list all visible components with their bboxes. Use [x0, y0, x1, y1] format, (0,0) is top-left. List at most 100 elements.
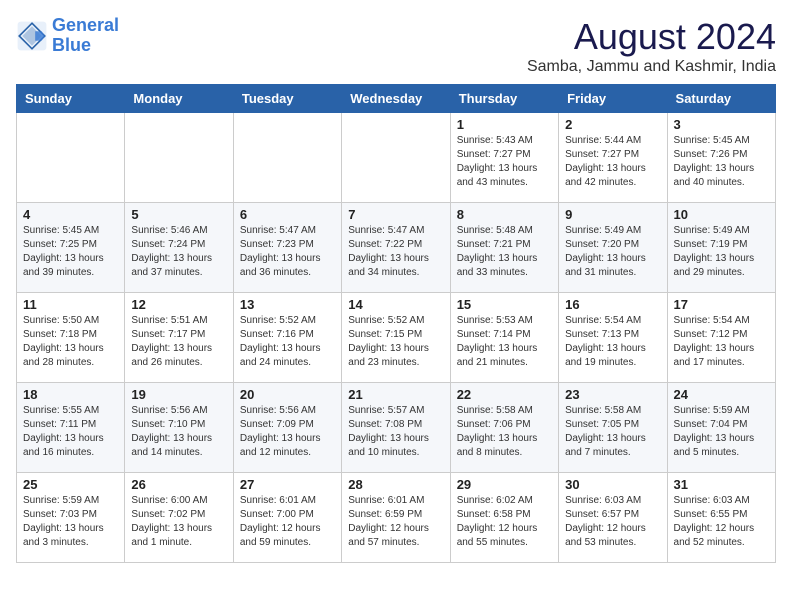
- day-number: 30: [565, 477, 660, 492]
- calendar-cell: [233, 113, 341, 203]
- day-number: 28: [348, 477, 443, 492]
- day-info: Sunrise: 5:43 AM Sunset: 7:27 PM Dayligh…: [457, 134, 552, 190]
- day-info: Sunrise: 6:02 AM Sunset: 6:58 PM Dayligh…: [457, 494, 552, 550]
- calendar-cell: 9 Sunrise: 5:49 AM Sunset: 7:20 PM Daylig…: [559, 203, 667, 293]
- day-info: Sunrise: 5:51 AM Sunset: 7:17 PM Dayligh…: [131, 314, 226, 370]
- month-title: August 2024: [527, 16, 776, 58]
- day-number: 1: [457, 117, 552, 132]
- calendar-cell: 13Sunrise: 5:52 AM Sunset: 7:16 PM Dayli…: [233, 293, 341, 383]
- day-info: Sunrise: 5:52 AM Sunset: 7:16 PM Dayligh…: [240, 314, 335, 370]
- day-info: Sunrise: 6:01 AM Sunset: 6:59 PM Dayligh…: [348, 494, 443, 550]
- day-number: 23: [565, 387, 660, 402]
- day-number: 3: [674, 117, 769, 132]
- calendar-cell: 19 Sunrise: 5:56 AM Sunset: 7:10 PM Dayli…: [125, 383, 233, 473]
- logo: General Blue: [16, 16, 119, 56]
- day-number: 24: [674, 387, 769, 402]
- day-info: Sunrise: 5:52 AM Sunset: 7:15 PM Dayligh…: [348, 314, 443, 370]
- calendar-cell: 14 Sunrise: 5:52 AM Sunset: 7:15 PM Dayli…: [342, 293, 450, 383]
- calendar-cell: 27 Sunrise: 6:01 AM Sunset: 7:00 PM Dayli…: [233, 473, 341, 563]
- day-number: 21: [348, 387, 443, 402]
- logo-text: General Blue: [52, 16, 119, 56]
- calendar-cell: [17, 113, 125, 203]
- calendar-cell: 18 Sunrise: 5:55 AM Sunset: 7:11 PM Dayli…: [17, 383, 125, 473]
- calendar-cell: 26 Sunrise: 6:00 AM Sunset: 7:02 PM Dayli…: [125, 473, 233, 563]
- calendar-cell: 6Sunrise: 5:47 AM Sunset: 7:23 PM Daylig…: [233, 203, 341, 293]
- day-info: Sunrise: 5:50 AM Sunset: 7:18 PM Dayligh…: [23, 314, 118, 370]
- title-block: August 2024 Samba, Jammu and Kashmir, In…: [527, 16, 776, 76]
- day-info: Sunrise: 5:59 AM Sunset: 7:03 PM Dayligh…: [23, 494, 118, 550]
- calendar-cell: 20Sunrise: 5:56 AM Sunset: 7:09 PM Dayli…: [233, 383, 341, 473]
- calendar-cell: 29 Sunrise: 6:02 AM Sunset: 6:58 PM Dayli…: [450, 473, 558, 563]
- day-info: Sunrise: 5:45 AM Sunset: 7:26 PM Dayligh…: [674, 134, 769, 190]
- calendar-cell: 22 Sunrise: 5:58 AM Sunset: 7:06 PM Dayli…: [450, 383, 558, 473]
- calendar-cell: 15Sunrise: 5:53 AM Sunset: 7:14 PM Dayli…: [450, 293, 558, 383]
- day-number: 25: [23, 477, 118, 492]
- day-number: 2: [565, 117, 660, 132]
- calendar-cell: 3 Sunrise: 5:45 AM Sunset: 7:26 PM Daylig…: [667, 113, 775, 203]
- day-number: 16: [565, 297, 660, 312]
- day-info: Sunrise: 5:55 AM Sunset: 7:11 PM Dayligh…: [23, 404, 118, 460]
- day-number: 31: [674, 477, 769, 492]
- day-info: Sunrise: 5:58 AM Sunset: 7:06 PM Dayligh…: [457, 404, 552, 460]
- location-subtitle: Samba, Jammu and Kashmir, India: [527, 58, 776, 76]
- day-info: Sunrise: 6:01 AM Sunset: 7:00 PM Dayligh…: [240, 494, 335, 550]
- calendar-cell: 23Sunrise: 5:58 AM Sunset: 7:05 PM Dayli…: [559, 383, 667, 473]
- day-info: Sunrise: 6:03 AM Sunset: 6:55 PM Dayligh…: [674, 494, 769, 550]
- day-info: Sunrise: 5:54 AM Sunset: 7:13 PM Dayligh…: [565, 314, 660, 370]
- day-number: 14: [348, 297, 443, 312]
- calendar-cell: 31 Sunrise: 6:03 AM Sunset: 6:55 PM Dayli…: [667, 473, 775, 563]
- day-number: 5: [131, 207, 226, 222]
- day-info: Sunrise: 5:49 AM Sunset: 7:19 PM Dayligh…: [674, 224, 769, 280]
- day-info: Sunrise: 5:44 AM Sunset: 7:27 PM Dayligh…: [565, 134, 660, 190]
- calendar-cell: 30Sunrise: 6:03 AM Sunset: 6:57 PM Dayli…: [559, 473, 667, 563]
- day-info: Sunrise: 6:00 AM Sunset: 7:02 PM Dayligh…: [131, 494, 226, 550]
- calendar-cell: [125, 113, 233, 203]
- day-number: 18: [23, 387, 118, 402]
- day-number: 26: [131, 477, 226, 492]
- calendar-cell: 11 Sunrise: 5:50 AM Sunset: 7:18 PM Dayli…: [17, 293, 125, 383]
- calendar-week: 18 Sunrise: 5:55 AM Sunset: 7:11 PM Dayli…: [17, 383, 776, 473]
- weekday-header: Tuesday: [233, 85, 341, 113]
- calendar-cell: 25 Sunrise: 5:59 AM Sunset: 7:03 PM Dayli…: [17, 473, 125, 563]
- day-info: Sunrise: 5:47 AM Sunset: 7:22 PM Dayligh…: [348, 224, 443, 280]
- page-header: General Blue August 2024 Samba, Jammu an…: [16, 16, 776, 76]
- day-info: Sunrise: 5:54 AM Sunset: 7:12 PM Dayligh…: [674, 314, 769, 370]
- day-number: 29: [457, 477, 552, 492]
- day-number: 7: [348, 207, 443, 222]
- day-number: 20: [240, 387, 335, 402]
- calendar-cell: 17 Sunrise: 5:54 AM Sunset: 7:12 PM Dayli…: [667, 293, 775, 383]
- day-number: 19: [131, 387, 226, 402]
- day-number: 8: [457, 207, 552, 222]
- day-info: Sunrise: 5:57 AM Sunset: 7:08 PM Dayligh…: [348, 404, 443, 460]
- calendar-table: SundayMondayTuesdayWednesdayThursdayFrid…: [16, 84, 776, 563]
- calendar-cell: 1 Sunrise: 5:43 AM Sunset: 7:27 PM Daylig…: [450, 113, 558, 203]
- weekday-header: Thursday: [450, 85, 558, 113]
- day-info: Sunrise: 5:49 AM Sunset: 7:20 PM Dayligh…: [565, 224, 660, 280]
- day-number: 10: [674, 207, 769, 222]
- weekday-header: Sunday: [17, 85, 125, 113]
- calendar-cell: [342, 113, 450, 203]
- day-info: Sunrise: 5:53 AM Sunset: 7:14 PM Dayligh…: [457, 314, 552, 370]
- calendar-cell: 2 Sunrise: 5:44 AM Sunset: 7:27 PM Daylig…: [559, 113, 667, 203]
- calendar-cell: 24 Sunrise: 5:59 AM Sunset: 7:04 PM Dayli…: [667, 383, 775, 473]
- day-number: 12: [131, 297, 226, 312]
- day-number: 22: [457, 387, 552, 402]
- calendar-cell: 16 Sunrise: 5:54 AM Sunset: 7:13 PM Dayli…: [559, 293, 667, 383]
- day-number: 11: [23, 297, 118, 312]
- calendar-week: 4Sunrise: 5:45 AM Sunset: 7:25 PM Daylig…: [17, 203, 776, 293]
- day-info: Sunrise: 5:48 AM Sunset: 7:21 PM Dayligh…: [457, 224, 552, 280]
- day-info: Sunrise: 5:59 AM Sunset: 7:04 PM Dayligh…: [674, 404, 769, 460]
- calendar-header: SundayMondayTuesdayWednesdayThursdayFrid…: [17, 85, 776, 113]
- day-number: 17: [674, 297, 769, 312]
- day-number: 9: [565, 207, 660, 222]
- day-number: 27: [240, 477, 335, 492]
- weekday-header: Monday: [125, 85, 233, 113]
- day-info: Sunrise: 5:46 AM Sunset: 7:24 PM Dayligh…: [131, 224, 226, 280]
- calendar-week: 1 Sunrise: 5:43 AM Sunset: 7:27 PM Daylig…: [17, 113, 776, 203]
- calendar-week: 25 Sunrise: 5:59 AM Sunset: 7:03 PM Dayli…: [17, 473, 776, 563]
- day-info: Sunrise: 5:56 AM Sunset: 7:10 PM Dayligh…: [131, 404, 226, 460]
- day-info: Sunrise: 5:45 AM Sunset: 7:25 PM Dayligh…: [23, 224, 118, 280]
- calendar-cell: 4Sunrise: 5:45 AM Sunset: 7:25 PM Daylig…: [17, 203, 125, 293]
- weekday-header: Wednesday: [342, 85, 450, 113]
- calendar-cell: 28 Sunrise: 6:01 AM Sunset: 6:59 PM Dayli…: [342, 473, 450, 563]
